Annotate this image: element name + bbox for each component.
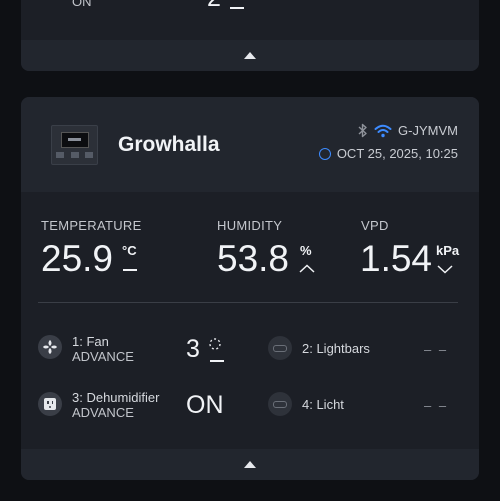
divider bbox=[38, 302, 458, 303]
port-4-name: 4: Licht bbox=[302, 397, 344, 412]
caret-up-icon bbox=[244, 52, 256, 59]
fan-icon bbox=[38, 335, 62, 359]
humidity-unit: % bbox=[300, 243, 312, 258]
port-1-underline bbox=[210, 360, 224, 362]
vpd-label: VPD bbox=[361, 218, 389, 233]
bluetooth-icon bbox=[358, 123, 367, 138]
controller-device-image bbox=[51, 125, 98, 165]
caret-up-icon bbox=[244, 461, 256, 468]
trend-down-icon bbox=[437, 265, 453, 274]
vpd-unit: kPa bbox=[436, 243, 460, 258]
previous-device-card: ON 2 bbox=[21, 0, 479, 71]
port-1-mode: ADVANCE bbox=[72, 349, 134, 364]
timestamp: OCT 25, 2025, 10:25 bbox=[336, 146, 458, 161]
outlet-icon bbox=[38, 392, 62, 416]
loading-icon bbox=[209, 338, 221, 350]
previous-port-status: ON bbox=[72, 0, 92, 9]
connection-status: G-JYMVM bbox=[358, 123, 458, 138]
temperature-value: 25.9 bbox=[41, 238, 114, 279]
port-4-value: – – bbox=[424, 398, 449, 413]
wifi-icon bbox=[374, 124, 392, 137]
port-3-name: 3: Dehumidifier bbox=[72, 390, 160, 405]
port-1-name: 1: Fan bbox=[72, 334, 109, 349]
previous-port-level: 2 bbox=[207, 0, 221, 13]
wifi-name: G-JYMVM bbox=[398, 123, 458, 138]
trend-up-icon bbox=[299, 264, 315, 273]
humidity-value: 53.8 bbox=[217, 238, 290, 279]
port-4-icon bbox=[268, 392, 292, 416]
last-update: OCT 25, 2025, 10:25 bbox=[318, 146, 458, 161]
port-2-value: – – bbox=[424, 342, 449, 357]
sync-icon bbox=[318, 147, 331, 160]
controller-name: Growhalla bbox=[118, 133, 220, 156]
temperature-unit: °C bbox=[122, 243, 137, 258]
port-3-mode: ADVANCE bbox=[72, 405, 134, 420]
expand-toggle-button[interactable] bbox=[21, 40, 479, 71]
vpd-value: 1.54 bbox=[360, 238, 433, 279]
port-3-value: ON bbox=[186, 391, 224, 419]
controller-card[interactable]: Growhalla G-JYMVM OCT 25, 2025, 10:25 TE… bbox=[21, 97, 479, 480]
level-underline bbox=[230, 7, 244, 9]
humidity-label: HUMIDITY bbox=[217, 218, 283, 233]
trend-flat-icon bbox=[123, 269, 137, 271]
port-2-icon bbox=[268, 336, 292, 360]
temperature-label: TEMPERATURE bbox=[41, 218, 142, 233]
port-2-name: 2: Lightbars bbox=[302, 341, 370, 356]
expand-toggle-button[interactable] bbox=[21, 449, 479, 480]
port-1-value: 3 bbox=[186, 335, 200, 363]
controller-header[interactable]: Growhalla G-JYMVM OCT 25, 2025, 10:25 bbox=[21, 97, 479, 192]
